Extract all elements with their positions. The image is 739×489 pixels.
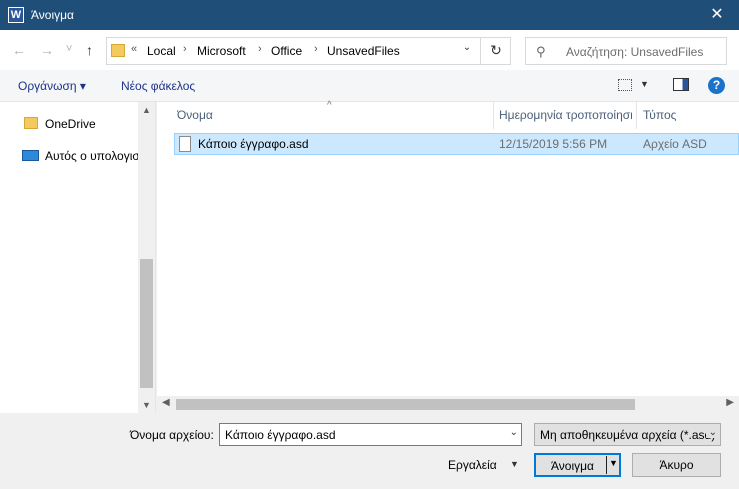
breadcrumb-separator-icon[interactable]: › <box>314 43 318 55</box>
filename-value: Κάποιο έγγραφο.asd <box>225 428 336 442</box>
horizontal-scrollbar[interactable]: ◀ ▶ <box>157 396 739 413</box>
breadcrumb-microsoft[interactable]: Microsoft <box>197 44 246 58</box>
filename-label: Όνομα αρχείου: <box>130 428 214 442</box>
title-bar: W Άνοιγμα ✕ <box>0 0 739 30</box>
breadcrumb-office[interactable]: Office <box>271 44 302 58</box>
column-header-type[interactable]: Τύπος <box>643 102 733 129</box>
file-modified: 12/15/2019 5:56 PM <box>499 137 608 151</box>
preview-pane-icon[interactable] <box>673 78 689 91</box>
organize-button[interactable]: Οργάνωση ▾ <box>18 79 86 93</box>
scroll-left-icon[interactable]: ◀ <box>162 397 170 408</box>
new-folder-button[interactable]: Νέος φάκελος <box>121 79 195 93</box>
close-icon[interactable]: ✕ <box>695 0 739 30</box>
sidebar-scrollbar[interactable]: ▲ ▼ <box>138 102 155 413</box>
file-type-dropdown-icon[interactable]: ⌄ <box>705 427 717 438</box>
breadcrumb-local[interactable]: Local <box>147 44 176 58</box>
command-toolbar: Οργάνωση ▾ Νέος φάκελος ▼ ? <box>0 70 739 102</box>
sidebar-item-label: Αυτός ο υπολογιστής <box>45 149 142 163</box>
cancel-button[interactable]: Άκυρο <box>632 453 721 477</box>
open-button-label: Άνοιγμα <box>551 459 594 473</box>
navigation-pane: OneDrive Αυτός ο υπολογιστής ▲ ▼ <box>0 102 156 413</box>
column-divider[interactable] <box>493 102 494 129</box>
open-button[interactable]: Άνοιγμα ▼ <box>534 453 621 477</box>
sidebar-item-label: OneDrive <box>45 117 96 131</box>
scroll-down-icon[interactable]: ▼ <box>138 400 155 410</box>
tools-button[interactable]: Εργαλεία ▼ <box>448 458 519 472</box>
file-type: Αρχείο ASD <box>643 137 707 151</box>
filename-field[interactable]: Κάποιο έγγραφο.asd ⌄ <box>219 423 522 446</box>
tools-label: Εργαλεία <box>448 458 497 472</box>
scrollbar-thumb[interactable] <box>140 259 153 388</box>
file-name: Κάποιο έγγραφο.asd <box>198 137 309 151</box>
onedrive-folder-icon <box>24 117 38 129</box>
folder-icon <box>111 44 125 57</box>
change-view-icon[interactable] <box>618 79 632 91</box>
column-divider[interactable] <box>636 102 637 129</box>
search-placeholder: Αναζήτηση: UnsavedFiles <box>566 45 704 59</box>
scrollbar-thumb[interactable] <box>176 399 635 410</box>
breadcrumb-separator-icon[interactable]: › <box>258 43 262 55</box>
search-icon: ⚲ <box>536 44 546 59</box>
open-options-chevron-icon[interactable]: ▼ <box>609 458 618 468</box>
sidebar-item-onedrive[interactable]: OneDrive <box>22 114 142 134</box>
help-icon[interactable]: ? <box>708 77 725 94</box>
scroll-up-icon[interactable]: ▲ <box>138 105 155 115</box>
breadcrumb-separator-icon[interactable]: › <box>183 43 187 55</box>
navigation-bar: ← → ˅ ↑ « Local › Microsoft › Office › U… <box>0 30 739 70</box>
address-overflow-icon[interactable]: « <box>131 43 137 55</box>
document-icon <box>179 136 191 152</box>
recent-locations-chevron-icon[interactable]: ˅ <box>66 43 72 55</box>
filename-dropdown-icon[interactable]: ⌄ <box>510 427 518 438</box>
back-arrow-icon[interactable]: ← <box>12 42 26 58</box>
tools-chevron-icon: ▼ <box>510 459 519 469</box>
window-title: Άνοιγμα <box>31 8 74 22</box>
file-list: ^ Όνομα Ημερομηνία τροποποίησης Τύπος Κά… <box>157 100 739 413</box>
file-type-select[interactable]: Μη αποθηκευμένα αρχεία (*.asd) ⌄ <box>534 423 721 446</box>
dialog-footer: Όνομα αρχείου: Κάποιο έγγραφο.asd ⌄ Μη α… <box>0 413 739 489</box>
split-divider <box>606 456 607 474</box>
column-header-name[interactable]: Όνομα <box>177 102 487 129</box>
computer-icon <box>22 150 39 161</box>
up-arrow-icon[interactable]: ↑ <box>86 42 93 58</box>
scroll-right-icon[interactable]: ▶ <box>726 397 734 408</box>
table-row[interactable]: Κάποιο έγγραφο.asd 12/15/2019 5:56 PM Αρ… <box>174 133 739 155</box>
forward-arrow-icon[interactable]: → <box>40 42 54 58</box>
word-app-icon: W <box>8 7 24 23</box>
column-header-modified[interactable]: Ημερομηνία τροποποίησης <box>499 102 632 129</box>
breadcrumb-unsavedfiles[interactable]: UnsavedFiles <box>327 44 400 58</box>
view-options-chevron-icon[interactable]: ▼ <box>640 79 649 89</box>
search-input[interactable]: ⚲ Αναζήτηση: UnsavedFiles <box>525 37 727 65</box>
address-dropdown-icon[interactable]: ⌄ <box>457 42 477 60</box>
sidebar-item-this-pc[interactable]: Αυτός ο υπολογιστής <box>22 146 142 166</box>
refresh-icon[interactable]: ↻ <box>480 37 511 65</box>
file-type-value: Μη αποθηκευμένα αρχεία (*.asd) <box>540 428 716 442</box>
address-bar[interactable]: « Local › Microsoft › Office › UnsavedFi… <box>106 37 511 65</box>
